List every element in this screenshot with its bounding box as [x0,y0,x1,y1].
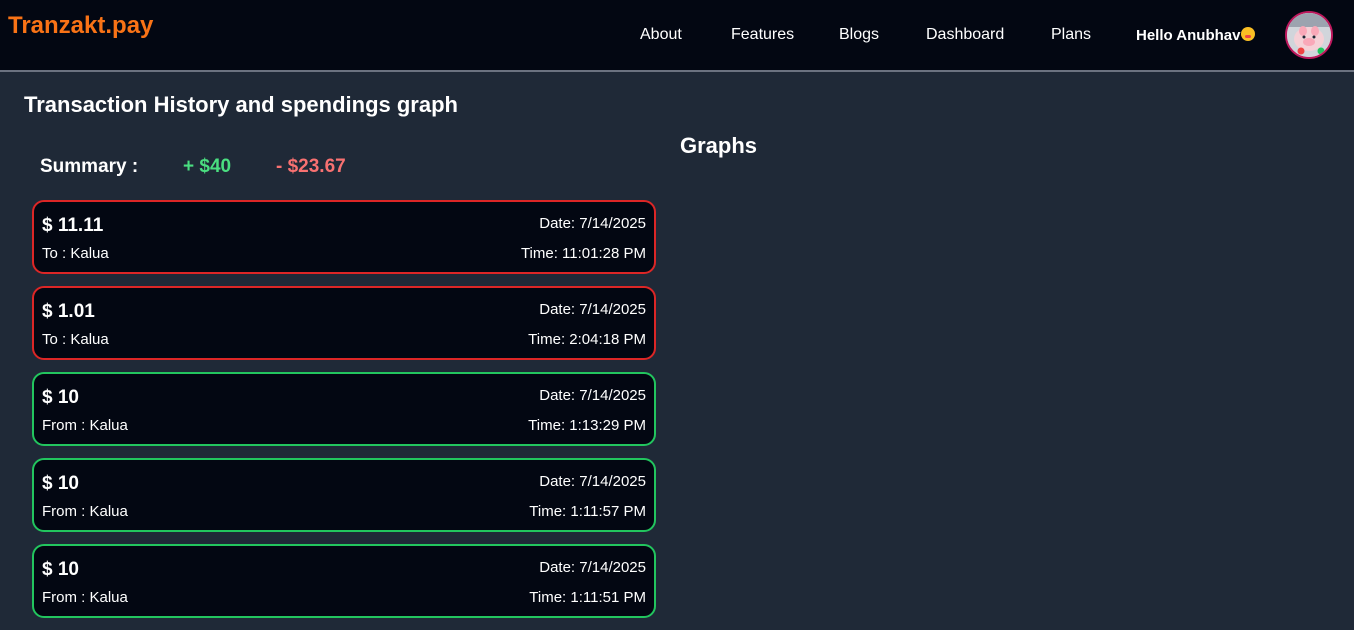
transaction-amount: $ 10 [42,559,79,580]
transaction-party: From : Kalua [42,417,128,434]
transaction-time: Time: 1:13:29 PM [528,417,646,434]
avatar[interactable] [1285,11,1333,59]
transaction-card: $ 10 From : Kalua Date: 7/14/2025 Time: … [32,544,656,618]
transaction-date: Date: 7/14/2025 [539,301,646,318]
transaction-party: To : Kalua [42,331,109,348]
greeting-text: Hello Anubhav [1136,27,1241,44]
transaction-card: $ 1.01 To : Kalua Date: 7/14/2025 Time: … [32,286,656,360]
nav-link-about[interactable]: About [640,26,682,44]
transaction-time: Time: 1:11:57 PM [529,503,646,520]
user-greeting: Hello Anubhav [1136,27,1256,44]
summary-label: Summary : [40,156,139,177]
nav-link-dashboard[interactable]: Dashboard [926,26,1004,44]
page-title: Transaction History and spendings graph [24,92,458,117]
nav-link-blogs[interactable]: Blogs [839,26,879,44]
brand-logo[interactable]: Tranzakt.pay [8,12,153,40]
transaction-party: To : Kalua [42,245,109,262]
transaction-time: Time: 11:01:28 PM [520,245,646,262]
transaction-time: Time: 2:04:18 PM [528,331,646,348]
summary-income: + $40 [183,156,232,177]
kissing-face-icon [1241,27,1256,41]
transaction-time: Time: 1:11:51 PM [529,589,646,606]
nav-link-plans[interactable]: Plans [1051,26,1091,44]
transaction-date: Date: 7/14/2025 [539,559,646,576]
avatar-image [1287,13,1331,57]
transaction-date: Date: 7/14/2025 [539,473,646,490]
summary-expense: - $23.67 [276,156,346,177]
transaction-party: From : Kalua [42,589,128,606]
transaction-amount: $ 1.01 [42,301,95,322]
transaction-date: Date: 7/14/2025 [539,215,646,232]
transaction-card: $ 10 From : Kalua Date: 7/14/2025 Time: … [32,372,656,446]
transaction-party: From : Kalua [42,503,128,520]
navbar: Tranzakt.pay About Features Blogs Dashbo… [0,0,1354,72]
transaction-amount: $ 11.11 [42,215,104,236]
transaction-card: $ 11.11 To : Kalua Date: 7/14/2025 Time:… [32,200,656,274]
nav-link-features[interactable]: Features [731,26,794,44]
graphs-title: Graphs [680,133,758,158]
transaction-date: Date: 7/14/2025 [539,387,646,404]
transaction-list: $ 11.11 To : Kalua Date: 7/14/2025 Time:… [32,200,656,630]
transaction-amount: $ 10 [42,387,79,408]
transaction-amount: $ 10 [42,473,79,494]
transaction-card: $ 10 From : Kalua Date: 7/14/2025 Time: … [32,458,656,532]
